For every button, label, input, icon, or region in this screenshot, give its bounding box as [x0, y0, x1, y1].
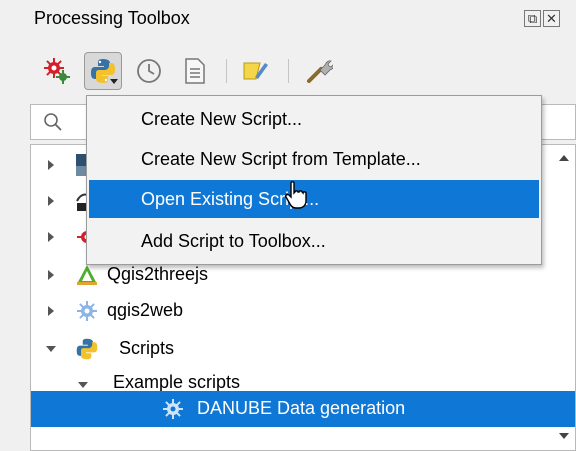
menu-item-add-script-to-toolbox[interactable]: Add Script to Toolbox...: [89, 222, 539, 260]
results-viewer-icon: [185, 58, 205, 84]
tree-item-label: Scripts: [119, 338, 175, 358]
panel-title: Processing Toolbox: [34, 8, 190, 28]
toolbar-separator: [288, 59, 289, 83]
scroll-down-button[interactable]: [553, 427, 575, 445]
menu-item-open-existing-script[interactable]: Open Existing Script...: [89, 180, 539, 218]
options-button[interactable]: [300, 52, 338, 90]
qgis2threejs-icon: [75, 263, 99, 287]
edit-features-in-place-button[interactable]: [236, 52, 274, 90]
chevron-right-icon[interactable]: [45, 159, 57, 171]
chevron-down-icon: [110, 79, 118, 84]
history-icon: [137, 59, 161, 83]
python-icon: [75, 337, 99, 361]
edit-features-in-place-icon: [243, 62, 268, 80]
tree-item-label: Example scripts: [113, 372, 241, 392]
toolbar-separator: [226, 59, 227, 83]
tree-item-scripts[interactable]: Scripts: [31, 331, 575, 367]
chevron-down-icon[interactable]: [77, 379, 89, 391]
tree-item-qgis2web[interactable]: qgis2web: [31, 293, 575, 329]
chevron-right-icon[interactable]: [45, 305, 57, 317]
scroll-up-button[interactable]: [553, 149, 575, 167]
tree-item-label: qgis2web: [107, 300, 184, 320]
close-icon[interactable]: ✕: [543, 10, 560, 27]
menu-item-create-new-script-from-template[interactable]: Create New Script from Template...: [89, 140, 539, 178]
script-gear-icon: [161, 397, 185, 421]
toolbar: [0, 48, 576, 98]
tree-item-label: Qgis2threejs: [107, 264, 209, 284]
models-icon: [44, 58, 70, 84]
chevron-right-icon[interactable]: [45, 269, 57, 281]
history-button[interactable]: [130, 52, 168, 90]
title-bar: Processing Toolbox ⧉ ✕: [0, 0, 576, 40]
qgis2web-icon: [75, 299, 99, 323]
float-window-icon[interactable]: ⧉: [524, 10, 541, 27]
options-icon: [307, 60, 333, 83]
mouse-pointer-icon: [285, 181, 307, 209]
chevron-right-icon[interactable]: [45, 231, 57, 243]
tree-item-danube-data-generation[interactable]: DANUBE Data generation: [31, 391, 575, 427]
models-button[interactable]: [38, 52, 76, 90]
chevron-down-icon[interactable]: [45, 343, 57, 355]
menu-item-create-new-script[interactable]: Create New Script...: [89, 100, 539, 138]
scripts-dropdown-menu: Create New Script... Create New Script f…: [86, 95, 542, 265]
python-scripts-button[interactable]: [84, 52, 122, 90]
chevron-down-icon: [559, 433, 569, 439]
chevron-right-icon[interactable]: [45, 195, 57, 207]
chevron-up-icon: [559, 155, 569, 161]
results-viewer-button[interactable]: [176, 52, 214, 90]
search-icon: [44, 113, 62, 131]
tree-item-label: DANUBE Data generation: [197, 398, 406, 418]
